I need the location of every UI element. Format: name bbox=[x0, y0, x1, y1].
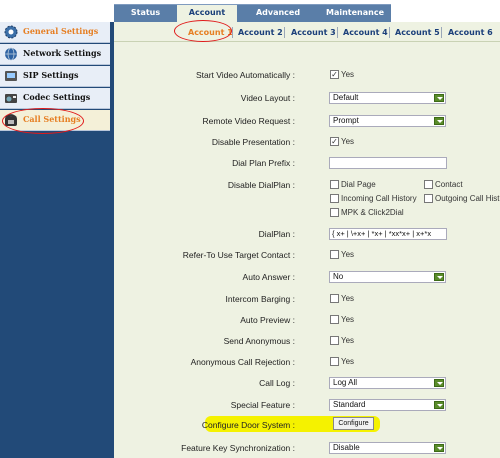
sidebar-item-call-settings[interactable]: Call Settings bbox=[0, 110, 110, 131]
select-value: Prompt bbox=[333, 116, 359, 125]
dropdown-arrow-icon bbox=[434, 273, 444, 281]
input-dialplan[interactable]: { x+ | \+x+ | *x+ | *xx*x+ | x+*x bbox=[329, 228, 447, 240]
select-value: Standard bbox=[333, 400, 366, 409]
input-dial-plan-prefix[interactable] bbox=[329, 157, 447, 169]
dropdown-arrow-icon bbox=[434, 94, 444, 102]
option-label: Yes bbox=[341, 250, 355, 259]
select-value: Log All bbox=[333, 378, 358, 387]
dropdown-arrow-icon bbox=[434, 401, 444, 409]
option-label: MPK & Click2Dial bbox=[341, 208, 404, 217]
checkbox-auto-preview[interactable] bbox=[330, 315, 339, 324]
option-label: Yes bbox=[341, 357, 355, 366]
sidebar-item-codec-settings[interactable]: Codec Settings bbox=[0, 88, 110, 109]
tab-account-3[interactable]: Account 3 bbox=[291, 25, 336, 40]
top-bar: Status Account Advanced Settings Mainten… bbox=[0, 0, 500, 33]
nav-maintenance[interactable]: Maintenance bbox=[319, 5, 391, 23]
sidebar-item-label: Network Settings bbox=[23, 48, 102, 58]
label-refer-to-use-target: Refer-To Use Target Contact : bbox=[182, 250, 295, 260]
select-video-layout[interactable]: Default bbox=[329, 92, 446, 104]
tab-account-6[interactable]: Account 6 bbox=[448, 25, 493, 40]
tab-account-1[interactable]: Account 1 bbox=[188, 25, 233, 40]
checkbox-dial-page[interactable] bbox=[330, 180, 339, 189]
select-call-log[interactable]: Log All bbox=[329, 377, 446, 389]
option-label: Yes bbox=[341, 336, 355, 345]
tab-separator bbox=[441, 27, 442, 38]
checkbox-mpk-click2dial[interactable] bbox=[330, 208, 339, 217]
sidebar-item-label: Codec Settings bbox=[23, 92, 91, 102]
checkbox-disable-presentation[interactable]: ✓ bbox=[330, 137, 339, 146]
sidebar-item-network-settings[interactable]: Network Settings bbox=[0, 44, 110, 65]
sidebar-item-label: General Settings bbox=[23, 26, 99, 36]
checkbox-refer-to-use-target[interactable] bbox=[330, 250, 339, 259]
select-remote-video-request[interactable]: Prompt bbox=[329, 115, 446, 127]
select-auto-answer[interactable]: No bbox=[329, 271, 446, 283]
tab-account-5[interactable]: Account 5 bbox=[395, 25, 440, 40]
checkbox-intercom-barging[interactable] bbox=[330, 294, 339, 303]
account-tabs: Account 1 Account 2 Account 3 Account 4 … bbox=[114, 22, 500, 42]
label-intercom-barging: Intercom Barging : bbox=[225, 294, 295, 304]
tab-separator bbox=[389, 27, 390, 38]
sip-icon bbox=[5, 71, 17, 81]
label-start-video: Start Video Automatically : bbox=[195, 70, 295, 80]
dropdown-arrow-icon bbox=[434, 117, 444, 125]
select-value: Disable bbox=[333, 443, 360, 452]
option-label: Contact bbox=[435, 180, 463, 189]
checkbox-contact[interactable] bbox=[424, 180, 433, 189]
configure-button[interactable]: Configure bbox=[333, 417, 374, 430]
option-label: Incoming Call History bbox=[341, 194, 417, 203]
sidebar-item-label: Call Settings bbox=[23, 114, 81, 124]
label-configure-door-system: Configure Door System : bbox=[201, 420, 295, 430]
select-special-feature[interactable]: Standard bbox=[329, 399, 446, 411]
sidebar-item-sip-settings[interactable]: SIP Settings bbox=[0, 66, 110, 87]
nav-status[interactable]: Status bbox=[114, 5, 177, 23]
codec-icon bbox=[5, 94, 17, 103]
option-label: Yes bbox=[341, 315, 355, 324]
checkbox-incoming-call-history[interactable] bbox=[330, 194, 339, 203]
tab-separator bbox=[232, 27, 233, 38]
label-disable-dialplan: Disable DialPlan : bbox=[227, 180, 295, 190]
dropdown-arrow-icon bbox=[434, 379, 444, 387]
sidebar: General Settings Network Settings SIP Se… bbox=[0, 22, 114, 458]
phone-icon bbox=[5, 114, 17, 126]
option-label: Yes bbox=[341, 70, 355, 79]
top-nav: Status Account Advanced Settings Mainten… bbox=[114, 4, 391, 33]
tab-account-2[interactable]: Account 2 bbox=[238, 25, 283, 40]
gear-icon bbox=[4, 25, 18, 39]
checkbox-anonymous-call-rejection[interactable] bbox=[330, 357, 339, 366]
label-dial-plan-prefix: Dial Plan Prefix : bbox=[232, 158, 295, 168]
tab-separator bbox=[284, 27, 285, 38]
sidebar-item-label: SIP Settings bbox=[23, 70, 79, 80]
label-call-log: Call Log : bbox=[259, 378, 295, 388]
label-disable-presentation: Disable Presentation : bbox=[211, 137, 295, 147]
label-send-anonymous: Send Anonymous : bbox=[223, 336, 295, 346]
option-label: Yes bbox=[341, 294, 355, 303]
checkbox-start-video[interactable]: ✓ bbox=[330, 70, 339, 79]
checkbox-outgoing-call-history[interactable] bbox=[424, 194, 433, 203]
label-remote-video-request: Remote Video Request : bbox=[202, 116, 295, 126]
option-label: Dial Page bbox=[341, 180, 376, 189]
select-value: No bbox=[333, 272, 344, 281]
select-feature-key-sync[interactable]: Disable bbox=[329, 442, 446, 454]
nav-advanced-settings[interactable]: Advanced Settings bbox=[237, 5, 319, 33]
label-feature-key-sync: Feature Key Synchronization : bbox=[181, 443, 295, 453]
tab-separator bbox=[337, 27, 338, 38]
tab-account-4[interactable]: Account 4 bbox=[343, 25, 388, 40]
sidebar-item-general-settings[interactable]: General Settings bbox=[0, 22, 110, 43]
option-label: Outgoing Call Hist bbox=[435, 194, 500, 203]
label-auto-preview: Auto Preview : bbox=[240, 315, 295, 325]
checkbox-send-anonymous[interactable] bbox=[330, 336, 339, 345]
label-video-layout: Video Layout : bbox=[240, 93, 295, 103]
label-dialplan: DialPlan : bbox=[258, 229, 295, 239]
dropdown-arrow-icon bbox=[434, 444, 444, 452]
globe-icon bbox=[5, 47, 17, 61]
option-label: Yes bbox=[341, 137, 355, 146]
select-value: Default bbox=[333, 93, 359, 102]
label-anonymous-call-rejection: Anonymous Call Rejection : bbox=[190, 357, 295, 367]
label-special-feature: Special Feature : bbox=[230, 400, 295, 410]
label-auto-answer: Auto Answer : bbox=[242, 272, 295, 282]
